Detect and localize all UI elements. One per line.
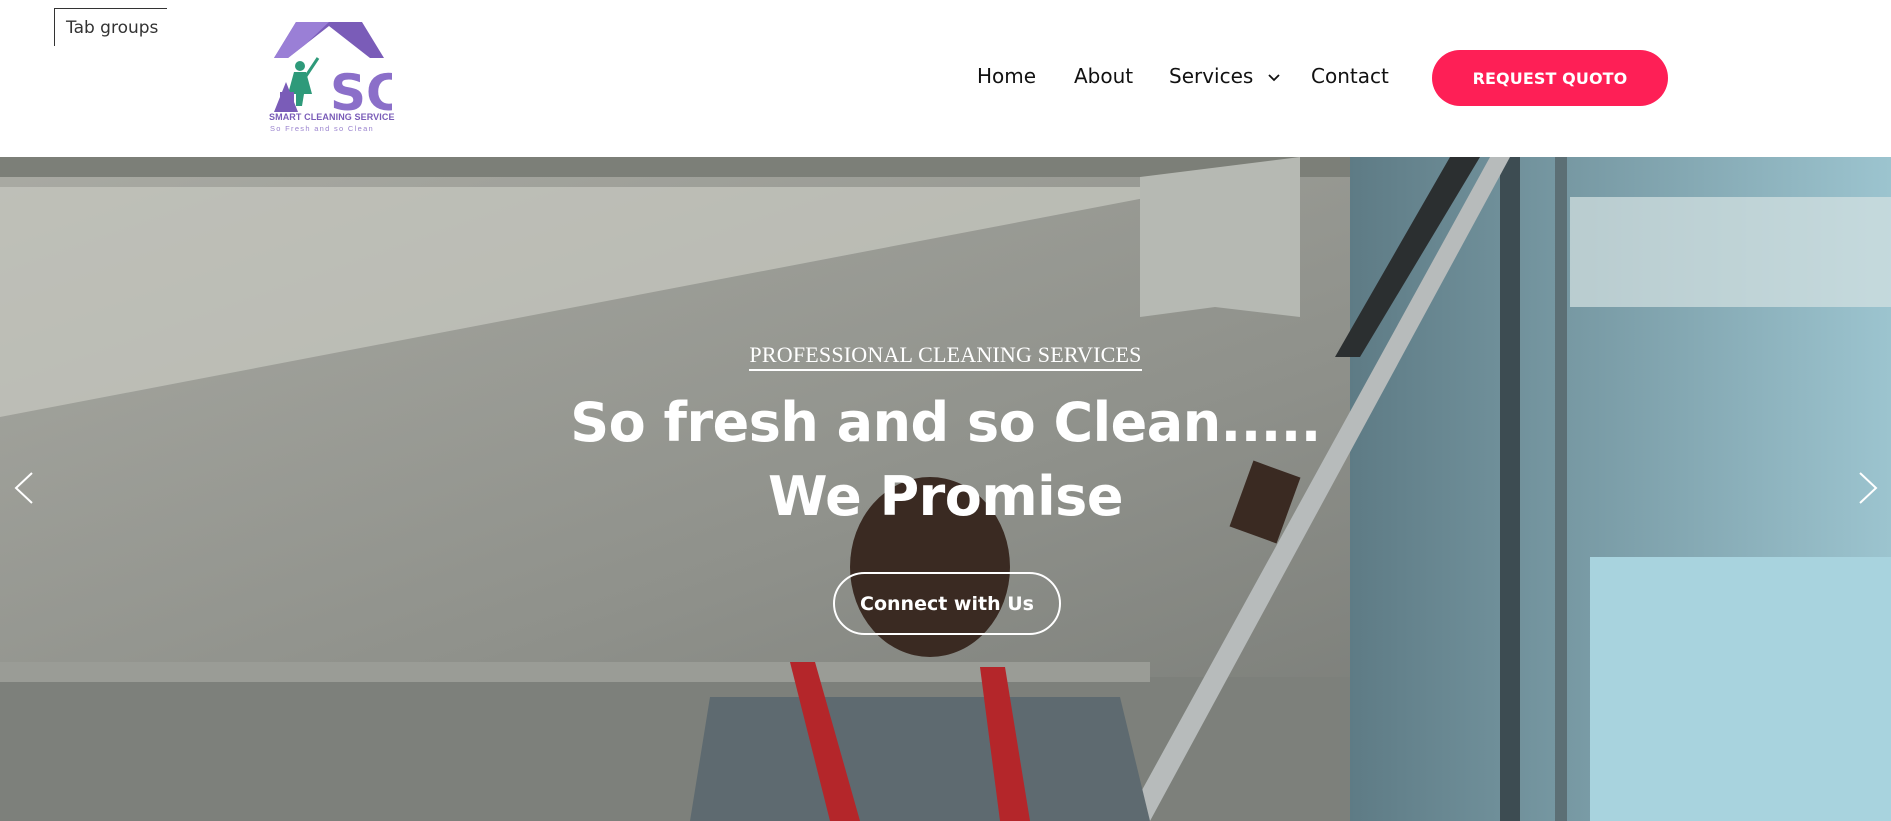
nav-services-label: Services (1169, 64, 1254, 88)
nav-home[interactable]: Home (977, 64, 1036, 88)
hero-kicker-text: PROFESSIONAL CLEANING SERVICES (749, 342, 1142, 371)
chevron-right-icon[interactable] (1856, 471, 1880, 505)
hero-kicker: PROFESSIONAL CLEANING SERVICES (0, 342, 1891, 371)
hero-slider: PROFESSIONAL CLEANING SERVICES So fresh … (0, 157, 1891, 821)
hero-title-line2: We Promise (768, 465, 1123, 528)
chevron-left-icon[interactable] (12, 471, 36, 505)
nav-contact[interactable]: Contact (1311, 64, 1389, 88)
connect-with-us-button[interactable]: Connect with Us (833, 572, 1061, 635)
chevron-down-icon (1268, 73, 1280, 81)
logo-text: SMART CLEANING SERVICE (269, 112, 395, 122)
nav-about[interactable]: About (1074, 64, 1133, 88)
tab-groups-label[interactable]: Tab groups (54, 8, 167, 46)
nav-services[interactable]: Services (1169, 64, 1280, 88)
site-header: SC SMART CLEANING SERVICE So Fresh and s… (0, 0, 1891, 157)
request-quote-button[interactable]: REQUEST QUOTO (1432, 50, 1668, 106)
logo-tagline: So Fresh and so Clean (270, 124, 375, 133)
hero-title-line1: So fresh and so Clean..... (570, 391, 1321, 454)
